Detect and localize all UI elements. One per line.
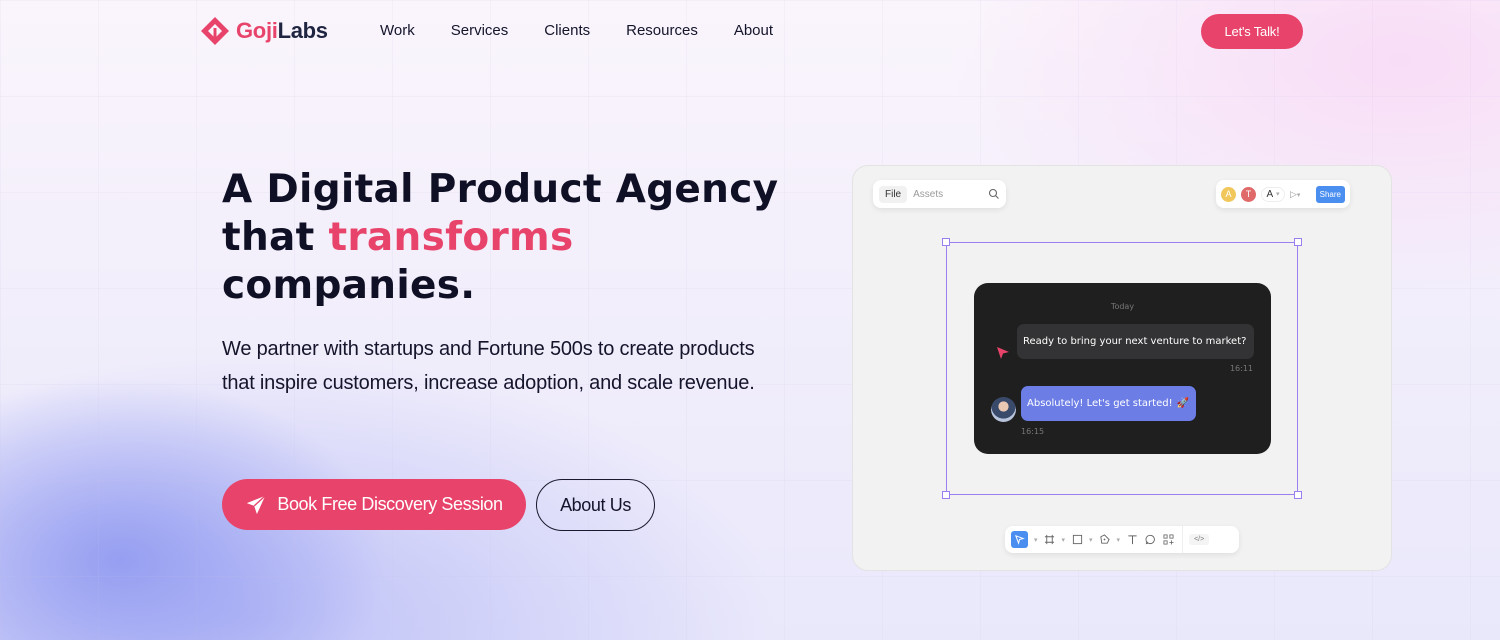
headline-accent: transforms: [328, 215, 574, 260]
chat-message-text: Absolutely! Let's get started!: [1027, 398, 1173, 409]
about-us-button[interactable]: About Us: [536, 479, 655, 531]
book-discovery-session-label: Book Free Discovery Session: [277, 494, 503, 514]
nav-link-services[interactable]: Services: [451, 22, 509, 39]
text-tool-icon[interactable]: [1126, 534, 1138, 546]
collaborator-avatar[interactable]: A: [1221, 186, 1236, 202]
chevron-down-icon[interactable]: ▾: [1089, 536, 1093, 544]
resize-handle[interactable]: [1294, 238, 1302, 246]
nav-link-work[interactable]: Work: [380, 22, 415, 39]
top-nav: GojiLabs Work Services Clients Resources…: [0, 0, 1500, 62]
pen-tool-icon[interactable]: [1099, 534, 1111, 546]
chevron-down-icon[interactable]: ▾: [1034, 536, 1038, 544]
code-view-button[interactable]: </>: [1189, 534, 1210, 545]
rocket-icon: 🚀: [1176, 398, 1190, 409]
lets-talk-button[interactable]: Let's Talk!: [1201, 14, 1303, 49]
chat-card: Today Ready to bring your next venture t…: [974, 283, 1271, 454]
chat-message-incoming: Ready to bring your next venture to mark…: [1017, 324, 1254, 359]
logo-text-labs: Labs: [277, 18, 328, 43]
chevron-down-icon[interactable]: ▾: [1062, 536, 1066, 544]
book-discovery-session-button[interactable]: Book Free Discovery Session: [222, 479, 526, 530]
frame-tool-icon[interactable]: [1044, 534, 1056, 546]
search-icon[interactable]: [988, 188, 1000, 200]
logo[interactable]: GojiLabs: [198, 14, 328, 48]
resize-handle[interactable]: [942, 491, 950, 499]
collaborator-avatar[interactable]: T: [1241, 186, 1256, 202]
headline-line-2: that: [222, 215, 329, 260]
chat-timestamp: 16:11: [1229, 364, 1253, 373]
design-toolbar: ▾ ▾ ▾ ▾ </>: [1005, 526, 1239, 553]
paper-plane-icon: [247, 494, 266, 514]
user-avatar[interactable]: A ▾: [1261, 186, 1285, 202]
chat-day-label: Today: [1110, 302, 1135, 311]
nav-link-about[interactable]: About: [734, 22, 773, 39]
gojilabs-logo-icon: [201, 17, 229, 45]
hero-subtext: We partner with startups and Fortune 500…: [222, 338, 755, 394]
nav-link-clients[interactable]: Clients: [544, 22, 590, 39]
design-tool-mockup: File Assets A T A ▾ ▷▾ Share Today Ready…: [852, 165, 1392, 571]
chevron-down-icon: ▾: [1275, 191, 1280, 198]
headline-line-3: companies.: [222, 263, 476, 308]
nav-link-resources[interactable]: Resources: [626, 22, 698, 39]
logo-text-goji: Goji: [236, 18, 278, 43]
resize-handle[interactable]: [1294, 491, 1302, 499]
toolbar-divider: [1182, 526, 1184, 553]
components-tool-icon[interactable]: [1162, 534, 1174, 546]
user-photo-avatar: [991, 397, 1016, 422]
play-icon[interactable]: ▷▾: [1290, 189, 1300, 200]
cursor-pointer-icon: [997, 347, 1009, 359]
nav-links: Work Services Clients Resources About: [380, 22, 809, 39]
comment-tool-icon[interactable]: [1144, 534, 1156, 546]
hero-headline: A Digital Product Agency that transforms…: [222, 166, 778, 310]
tab-file[interactable]: File: [879, 185, 908, 203]
rectangle-tool-icon[interactable]: [1071, 534, 1083, 546]
move-tool-icon[interactable]: [1011, 531, 1028, 548]
headline-line-1: A Digital Product Agency: [222, 167, 779, 212]
share-button[interactable]: Share: [1315, 185, 1345, 203]
file-assets-bar: File Assets: [873, 180, 1006, 208]
chat-message-outgoing: Absolutely! Let's get started! 🚀: [1021, 386, 1196, 421]
tab-assets[interactable]: Assets: [913, 189, 943, 200]
chat-timestamp: 16:15: [1021, 427, 1045, 436]
chevron-down-icon[interactable]: ▾: [1117, 536, 1121, 544]
resize-handle[interactable]: [942, 238, 950, 246]
collaborators-bar: A T A ▾ ▷▾ Share: [1216, 180, 1350, 208]
